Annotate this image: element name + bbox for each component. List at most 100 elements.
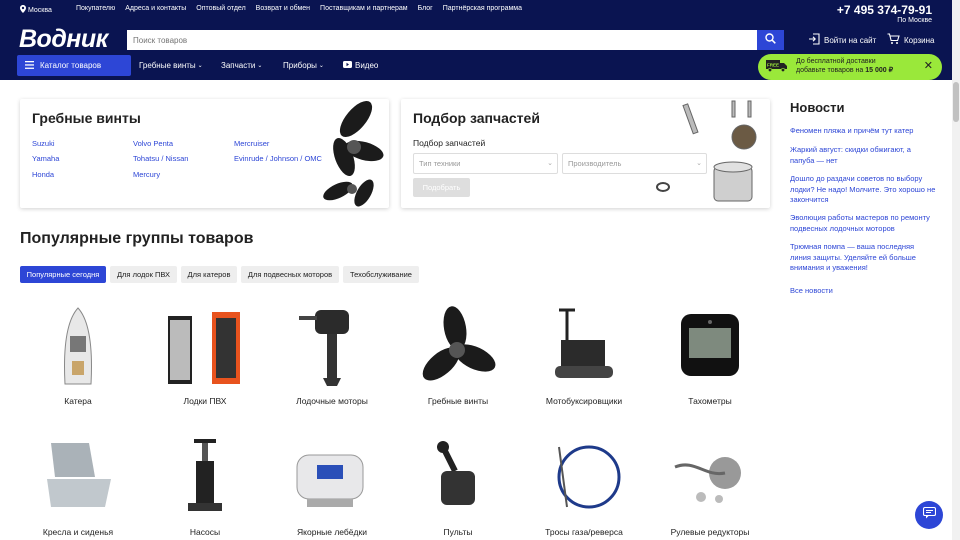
top-link-blog[interactable]: Блог [418,5,433,12]
brand-honda[interactable]: Honda [32,170,54,179]
nav-propellers[interactable]: Гребные винты ⌄ [139,61,203,70]
nav-video[interactable]: Видео [343,61,378,70]
search-button[interactable] [757,30,784,50]
menu-icon [25,60,34,71]
news-item[interactable]: Трюмная помпа — ваша последняя линия защ… [790,242,925,274]
nav-parts[interactable]: Запчасти ⌄ [221,61,262,70]
pick-parts-button[interactable]: Подобрать [413,178,470,197]
login-button[interactable]: Войти на сайт [808,33,876,47]
top-link-suppliers[interactable]: Поставщикам и партнерам [320,5,408,12]
brand-evinrude[interactable]: Evinrude / Johnson / OMC [234,154,322,163]
nav-devices[interactable]: Приборы ⌄ [283,61,324,70]
brand-suzuki[interactable]: Suzuki [32,139,55,148]
nav-devices-label: Приборы [283,61,317,70]
city-selector[interactable]: Москва [20,5,52,15]
popular-title: Популярные группы товаров [20,230,254,247]
scrollbar-thumb[interactable] [953,82,959,122]
brand-mercury[interactable]: Mercury [133,170,160,179]
product-category[interactable]: Насосы [145,437,265,537]
product-category[interactable]: Тросы газа/реверса [524,437,644,537]
close-icon[interactable]: ✕ [924,60,933,74]
top-link-buyers[interactable]: Покупателю [76,5,115,12]
tab-motor-boats[interactable]: Для катеров [181,266,237,283]
parts-title: Подбор запчастей [413,110,540,126]
free-delivery-banner: FREE До бесплатной доставки добавьте тов… [758,54,942,80]
video-icon [343,61,352,70]
top-link-wholesale[interactable]: Оптовый отдел [196,5,245,12]
all-news-link[interactable]: Все новости [790,286,940,297]
location-pin-icon [20,5,26,15]
catalog-button[interactable]: Каталог товаров [17,55,131,76]
product-category[interactable]: Кресла и сиденья [18,437,138,537]
chat-icon [922,506,936,524]
tachometer-image [665,306,755,388]
news-item[interactable]: Эволюция работы мастеров по ремонту подв… [790,213,940,234]
manufacturer-select[interactable]: Производитель ⌄ [562,153,707,174]
free-badge: FREE [767,63,779,68]
login-label: Войти на сайт [824,35,877,45]
tab-pvc-boats[interactable]: Для лодок ПВХ [110,266,177,283]
top-link-affiliate[interactable]: Партнёрская программа [443,5,522,12]
propellers-title: Гребные винты [32,110,141,126]
phone-number[interactable]: +7 495 374-79-91 [837,3,932,17]
news-item[interactable]: Феномен пляжа и причём тут катер [790,126,940,137]
top-link-addresses[interactable]: Адреса и контакты [125,5,186,12]
snow-towing-image [539,306,629,388]
outboard-motor-image [287,306,377,388]
brand-tohatsu-nissan[interactable]: Tohatsu / Nissan [133,154,188,163]
steering-gear-image [665,437,755,519]
product-category[interactable]: Рулевые редукторы [650,437,770,537]
propellers-card: Гребные винты Suzuki Volvo Penta Mercrui… [20,99,389,208]
site-logo[interactable]: Водник [19,25,108,54]
product-category[interactable]: Лодки ПВХ [145,306,265,406]
brand-yamaha[interactable]: Yamaha [32,154,59,163]
product-category-label: Лодки ПВХ [183,396,227,406]
brand-volvo-penta[interactable]: Volvo Penta [133,139,173,148]
product-category[interactable]: Лодочные моторы [272,306,392,406]
chat-button[interactable] [915,501,943,529]
free-delivery-line2: добавьте товаров на 15 000 ₽ [796,67,893,76]
product-category-label: Якорные лебёдки [297,527,367,537]
product-category[interactable]: Пульты [398,437,518,537]
news-item[interactable]: Жаркий август: скидки обжигают, а папуба… [790,145,915,166]
product-category-label: Насосы [189,527,221,537]
machine-type-placeholder: Тип техники [419,159,461,168]
search-input[interactable] [127,30,757,50]
region-label: По Москве [897,17,932,24]
propeller-image [413,306,503,388]
top-link-returns[interactable]: Возврат и обмен [256,5,310,12]
brand-mercruiser[interactable]: Mercruiser [234,139,269,148]
boat-image [33,306,123,388]
nav-propellers-label: Гребные винты [139,61,196,70]
search-icon [765,31,776,49]
chevron-down-icon: ⌄ [696,160,702,167]
chevron-down-icon: ⌄ [318,63,324,69]
tab-popular-today[interactable]: Популярные сегодня [20,266,106,283]
scrollbar[interactable] [952,0,960,540]
news-item[interactable]: Дошло до раздачи советов по выбору лодки… [790,174,940,206]
product-category-label: Катера [64,396,92,406]
anchor-winch-image [287,437,377,519]
cart-button[interactable]: Корзина [887,33,934,47]
pump-image [160,437,250,519]
product-category-label: Рулевые редукторы [670,527,750,537]
product-category-label: Кресла и сиденья [42,527,114,537]
chevron-down-icon: ⌄ [197,63,203,69]
product-category[interactable]: Катера [18,306,138,406]
manufacturer-placeholder: Производитель [568,159,622,168]
product-category-label: Гребные винты [427,396,489,406]
product-category[interactable]: Тахометры [650,306,770,406]
product-category-label: Тросы газа/реверса [545,527,623,537]
product-category-label: Мотобуксировщики [545,396,623,406]
product-category[interactable]: Гребные винты [398,306,518,406]
free-delivery-prefix: добавьте товаров на [796,67,866,74]
tab-maintenance[interactable]: Техобслуживание [343,266,419,283]
product-category[interactable]: Мотобуксировщики [524,306,644,406]
catalog-label: Каталог товаров [40,61,102,70]
product-category-label: Пульты [443,527,473,537]
product-category[interactable]: Якорные лебёдки [272,437,392,537]
tab-outboard-motors[interactable]: Для подвесных моторов [241,266,339,283]
machine-type-select[interactable]: Тип техники ⌄ [413,153,558,174]
pvc-boats-image [160,306,250,388]
cart-icon [887,33,900,47]
